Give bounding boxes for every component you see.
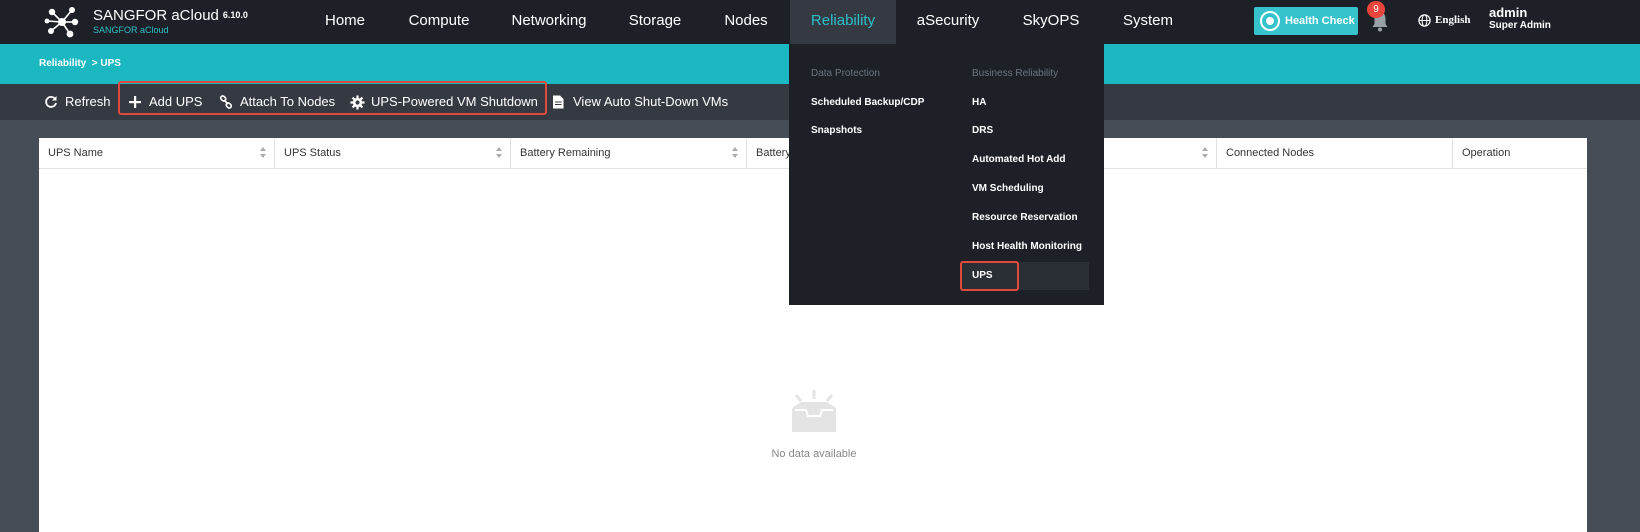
notification-count-badge: 9 — [1367, 1, 1385, 18]
menu-item-ha[interactable]: HA — [972, 97, 986, 108]
refresh-icon — [45, 96, 57, 108]
menu-item-automated-hot-add[interactable]: Automated Hot Add — [972, 154, 1066, 165]
nav-nodes[interactable]: Nodes — [716, 0, 776, 44]
health-check-icon — [1260, 11, 1280, 31]
link-icon — [219, 95, 233, 109]
dropdown-header-data-protection: Data Protection — [811, 68, 880, 79]
attach-to-nodes-label: Attach To Nodes — [240, 94, 336, 109]
empty-state-text: No data available — [771, 448, 857, 460]
view-auto-shutdown-vms-label: View Auto Shut-Down VMs — [573, 94, 729, 109]
ups-powered-vm-shutdown-button[interactable]: UPS-Powered VM Shutdown — [350, 93, 540, 111]
sort-icon[interactable] — [260, 147, 266, 159]
nav-storage[interactable]: Storage — [622, 0, 688, 44]
user-role: Super Admin — [1489, 20, 1551, 31]
add-ups-label: Add UPS — [149, 94, 203, 109]
refresh-label: Refresh — [65, 94, 111, 109]
globe-icon[interactable] — [1418, 14, 1431, 27]
menu-item-host-health-monitoring[interactable]: Host Health Monitoring — [972, 241, 1082, 252]
column-header-ups-name[interactable]: UPS Name — [39, 138, 275, 169]
column-header-connected-nodes[interactable]: Connected Nodes — [1217, 138, 1453, 169]
dropdown-header-business-reliability: Business Reliability — [972, 68, 1059, 79]
menu-ups-highlight-box — [960, 261, 1019, 291]
nav-asecurity[interactable]: aSecurity — [912, 0, 984, 44]
plus-icon — [129, 96, 141, 108]
nav-system[interactable]: System — [1118, 0, 1178, 44]
user-name[interactable]: admin — [1489, 5, 1527, 20]
add-ups-button[interactable]: Add UPS — [128, 93, 204, 111]
sort-icon[interactable] — [732, 147, 738, 159]
refresh-button[interactable]: Refresh — [44, 93, 112, 111]
reliability-dropdown-menu: Data Protection Scheduled Backup/CDP Sna… — [789, 44, 1104, 305]
menu-item-drs[interactable]: DRS — [972, 125, 993, 136]
health-check-label: Health Check — [1285, 15, 1355, 27]
nav-networking[interactable]: Networking — [505, 0, 593, 44]
sort-icon[interactable] — [1202, 147, 1208, 159]
gear-icon — [350, 95, 365, 110]
nav-compute[interactable]: Compute — [402, 0, 476, 44]
menu-item-resource-reservation[interactable]: Resource Reservation — [972, 212, 1078, 223]
column-header-battery-remaining[interactable]: Battery Remaining — [511, 138, 747, 169]
ups-powered-vm-shutdown-label: UPS-Powered VM Shutdown — [371, 94, 538, 109]
menu-item-snapshots[interactable]: Snapshots — [811, 125, 862, 136]
sort-icon[interactable] — [496, 147, 502, 159]
brand-subtitle: SANGFOR aCloud — [93, 25, 169, 35]
health-check-button[interactable]: Health Check — [1254, 7, 1358, 35]
sangfor-logo-icon — [44, 7, 79, 38]
nav-reliability[interactable]: Reliability — [790, 0, 896, 44]
view-auto-shutdown-vms-button[interactable]: View Auto Shut-Down VMs — [552, 93, 728, 111]
top-navigation-bar: SANGFOR aCloud 6.10.0 SANGFOR aCloud Home… — [0, 0, 1640, 44]
menu-item-scheduled-backup[interactable]: Scheduled Backup/CDP — [811, 97, 924, 108]
empty-inbox-icon — [792, 390, 836, 432]
column-header-ups-status[interactable]: UPS Status — [275, 138, 511, 169]
attach-to-nodes-button[interactable]: Attach To Nodes — [219, 93, 335, 111]
nav-skyops[interactable]: SkyOPS — [1018, 0, 1084, 44]
menu-item-vm-scheduling[interactable]: VM Scheduling — [972, 183, 1044, 194]
brand-name: SANGFOR aCloud 6.10.0 — [93, 7, 248, 24]
column-header-operation: Operation — [1462, 147, 1511, 159]
brand-version: 6.10.0 — [222, 10, 248, 20]
breadcrumb: Reliability > UPS — [39, 58, 121, 69]
language-selector[interactable]: English — [1435, 14, 1470, 26]
nav-home[interactable]: Home — [312, 0, 378, 44]
document-icon — [553, 95, 564, 109]
